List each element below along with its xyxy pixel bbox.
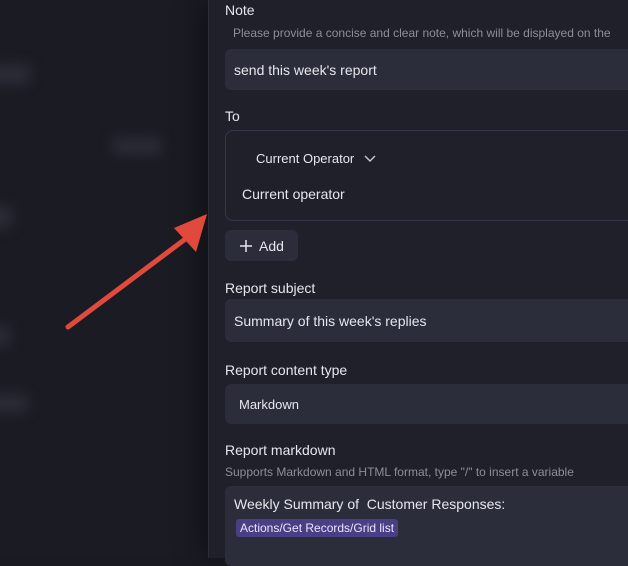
add-button-label: Add [259, 237, 284, 254]
report-markdown-hint: Supports Markdown and HTML format, type … [225, 465, 574, 479]
report-subject-input[interactable]: Summary of this week's replies [225, 299, 628, 342]
operator-select[interactable]: Current Operator [256, 151, 376, 166]
note-hint: Please provide a concise and clear note,… [233, 26, 611, 40]
recipient-value: Current operator [242, 186, 345, 202]
report-content-type-value: Markdown [239, 396, 299, 412]
to-label: To [225, 108, 240, 124]
report-subject-label: Report subject [225, 280, 316, 296]
operator-select-label: Current Operator [256, 151, 355, 166]
report-content-type-label: Report content type [225, 362, 348, 378]
recipient-box: Current Operator Current operator [225, 130, 628, 221]
add-recipient-button[interactable]: Add [225, 230, 298, 261]
note-input[interactable]: send this week's report [225, 49, 628, 90]
variable-chip[interactable]: Actions/Get Records/Grid list [236, 519, 399, 537]
background-page [0, 0, 208, 558]
blurred-element [0, 64, 30, 84]
blurred-element [0, 394, 28, 412]
report-content-type-select[interactable]: Markdown [225, 384, 628, 424]
report-markdown-label: Report markdown [225, 442, 336, 458]
config-panel: Note Please provide a concise and clear … [208, 0, 628, 566]
note-label: Note [225, 2, 255, 18]
blurred-element [0, 326, 10, 346]
markdown-text: Weekly Summary of Customer Responses: [234, 496, 506, 512]
note-input-value: send this week's report [234, 61, 377, 78]
blurred-element [0, 206, 12, 228]
plus-icon [240, 239, 253, 252]
blurred-element [112, 138, 162, 154]
chevron-down-icon [364, 155, 376, 162]
report-markdown-editor[interactable]: Weekly Summary of Customer Responses: Ac… [225, 486, 628, 566]
report-subject-value: Summary of this week's replies [234, 312, 427, 329]
